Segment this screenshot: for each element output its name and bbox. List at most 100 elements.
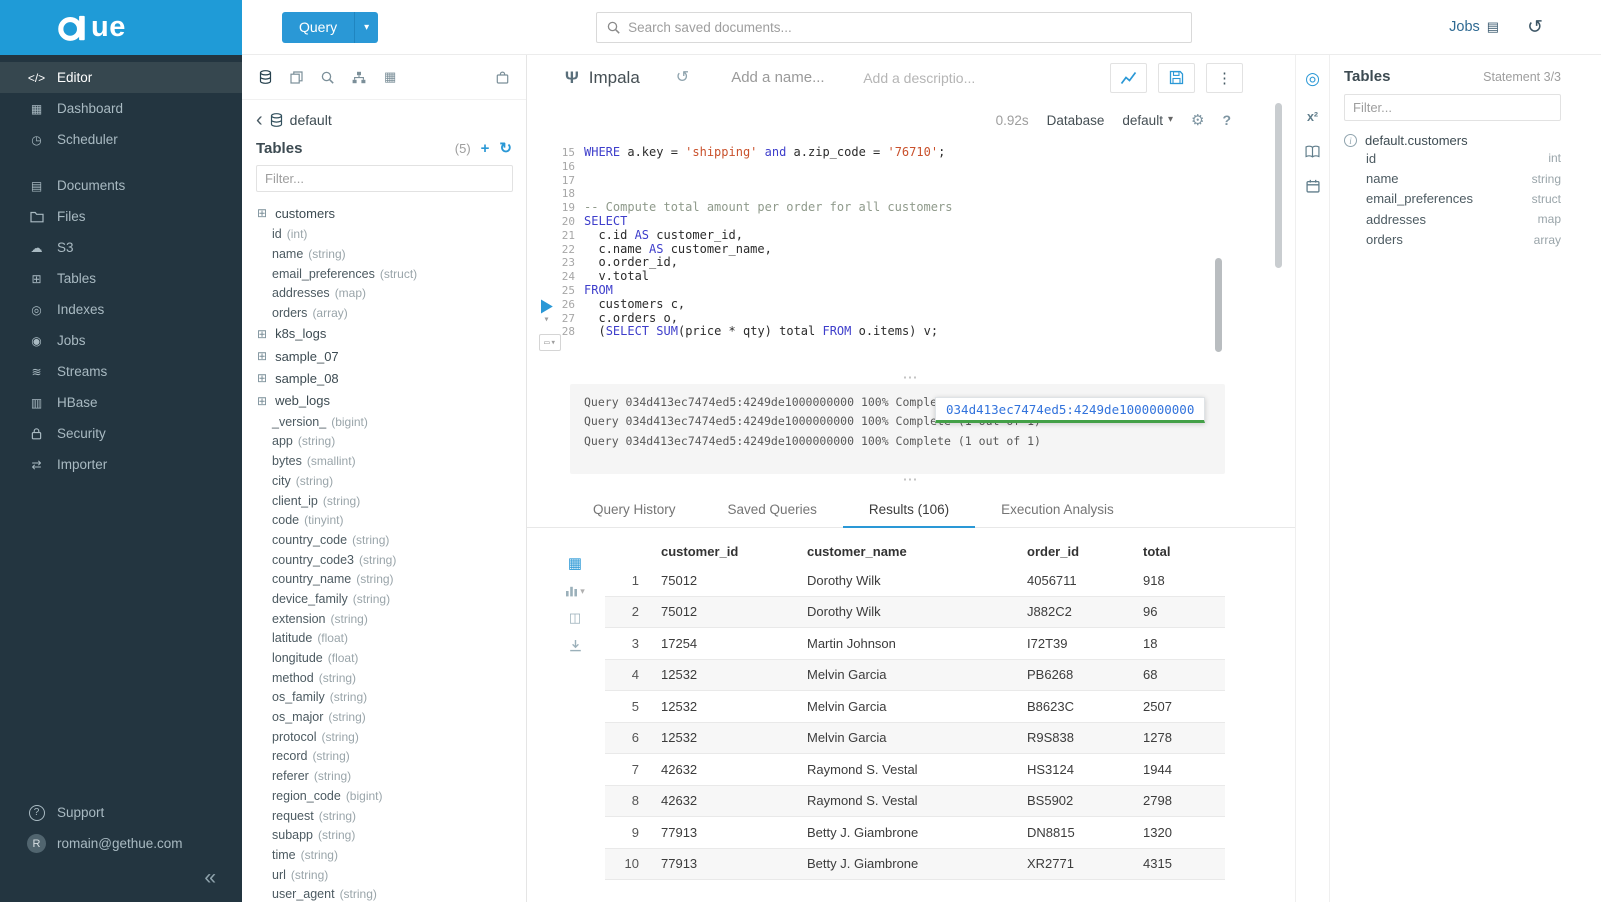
column-item[interactable]: region_code(bigint): [257, 786, 526, 806]
table-row[interactable]: 175012Dorothy Wilk4056711918: [605, 565, 1225, 597]
table-row[interactable]: 742632Raymond S. VestalHS31241944: [605, 754, 1225, 786]
sidebar-item-scheduler[interactable]: ◷Scheduler: [0, 124, 242, 155]
breadcrumb-database[interactable]: default: [290, 112, 332, 128]
column-item[interactable]: subapp(string): [257, 825, 526, 845]
user-menu[interactable]: R romain@gethue.com: [0, 828, 242, 859]
column-item[interactable]: record(string): [257, 747, 526, 767]
sidebar-item-editor[interactable]: </>Editor: [0, 62, 242, 93]
column-item[interactable]: namestring: [1344, 168, 1561, 188]
query-history-icon[interactable]: ↺: [1527, 18, 1543, 37]
table-row[interactable]: 977913Betty J. GiambroneDN88151320: [605, 817, 1225, 849]
table-item[interactable]: ⊞sample_07: [257, 345, 526, 367]
apps-grid-icon[interactable]: ▦: [384, 69, 396, 85]
sidebar-item-files[interactable]: Files: [0, 201, 242, 232]
query-name-input[interactable]: [731, 69, 849, 86]
sidebar-item-security[interactable]: Security: [0, 418, 242, 449]
help-icon[interactable]: ?: [1222, 113, 1231, 127]
tab-saved-queries[interactable]: Saved Queries: [702, 494, 843, 528]
table-filter-input[interactable]: [256, 165, 513, 192]
column-item[interactable]: os_major(string): [257, 707, 526, 727]
table-row[interactable]: 612532Melvin GarciaR9S8381278: [605, 723, 1225, 755]
table-row[interactable]: 412532Melvin GarciaPB626868: [605, 660, 1225, 692]
schedule-icon[interactable]: [1306, 179, 1320, 193]
collapse-sidebar-button[interactable]: «: [0, 859, 242, 900]
panel-scrollbar[interactable]: [1275, 103, 1282, 268]
documents-assist-icon[interactable]: [290, 71, 303, 84]
column-item[interactable]: addresses(map): [257, 283, 526, 303]
search-assist-icon[interactable]: [321, 71, 334, 84]
column-item[interactable]: ordersarray: [1344, 230, 1561, 250]
database-selector[interactable]: default ▾: [1122, 113, 1173, 128]
active-table[interactable]: i default.customers: [1344, 133, 1561, 148]
resize-handle-bottom[interactable]: ⋯: [527, 474, 1295, 486]
refresh-icon[interactable]: ↻: [499, 141, 512, 156]
grid-view-icon[interactable]: ▦: [568, 554, 582, 572]
tab-results-106-[interactable]: Results (106): [843, 494, 975, 528]
column-item[interactable]: country_name(string): [257, 569, 526, 589]
back-chevron-icon[interactable]: ‹: [256, 110, 263, 130]
column-item[interactable]: device_family(string): [257, 589, 526, 609]
chart-button[interactable]: [1110, 63, 1147, 93]
column-item[interactable]: country_code(string): [257, 530, 526, 550]
hue-logo[interactable]: ue: [0, 0, 242, 55]
column-item[interactable]: orders(array): [257, 303, 526, 323]
column-item[interactable]: city(string): [257, 471, 526, 491]
execute-button[interactable]: ▾: [539, 298, 554, 325]
column-item[interactable]: app(string): [257, 432, 526, 452]
table-item[interactable]: ⊞customers: [257, 202, 526, 224]
column-item[interactable]: name(string): [257, 244, 526, 264]
table-item[interactable]: ⊞sample_08: [257, 367, 526, 389]
column-item[interactable]: idint: [1344, 148, 1561, 168]
column-item[interactable]: id(int): [257, 224, 526, 244]
download-icon[interactable]: [569, 639, 582, 652]
column-item[interactable]: os_family(string): [257, 688, 526, 708]
resize-handle-top[interactable]: ⋯: [527, 372, 1295, 384]
column-item[interactable]: latitude(float): [257, 628, 526, 648]
language-reference-icon[interactable]: [1305, 145, 1320, 158]
assistant-icon[interactable]: ◎: [1305, 69, 1320, 89]
column-item[interactable]: code(tinyint): [257, 510, 526, 530]
jobs-link[interactable]: Jobs ▤: [1449, 19, 1499, 35]
chart-view-icon[interactable]: ▾: [565, 585, 585, 597]
more-actions-button[interactable]: ⋮: [1206, 63, 1243, 93]
sidebar-item-jobs[interactable]: ◉Jobs: [0, 325, 242, 356]
sidebar-item-tables[interactable]: ⊞Tables: [0, 263, 242, 294]
sidebar-item-indexes[interactable]: ◎Indexes: [0, 294, 242, 325]
sql-editor[interactable]: 15WHERE a.key = 'shipping' and a.zip_cod…: [527, 140, 1295, 372]
column-item[interactable]: addressesmap: [1344, 209, 1561, 229]
snippet-history-icon[interactable]: ↺: [676, 70, 689, 86]
column-item[interactable]: extension(string): [257, 609, 526, 629]
query-dropdown-button[interactable]: ▾: [354, 12, 378, 43]
bag-icon[interactable]: [496, 71, 509, 84]
table-row[interactable]: 275012Dorothy WilkJ882C296: [605, 597, 1225, 629]
table-item[interactable]: ⊞web_logs: [257, 390, 526, 412]
table-row[interactable]: 842632Raymond S. VestalBS59022798: [605, 786, 1225, 818]
column-item[interactable]: method(string): [257, 668, 526, 688]
query-description-input[interactable]: [863, 70, 995, 86]
column-item[interactable]: referer(string): [257, 766, 526, 786]
sidebar-item-streams[interactable]: ≋Streams: [0, 356, 242, 387]
table-item[interactable]: ⊞k8s_logs: [257, 323, 526, 345]
statement-options-button[interactable]: ▭▾: [539, 334, 561, 351]
sidebar-item-s3[interactable]: ☁S3: [0, 232, 242, 263]
column-item[interactable]: client_ip(string): [257, 491, 526, 511]
column-item[interactable]: bytes(smallint): [257, 451, 526, 471]
table-row[interactable]: 1077913Betty J. GiambroneXR27714315: [605, 849, 1225, 881]
sidebar-item-importer[interactable]: ⇄Importer: [0, 449, 242, 480]
hierarchy-icon[interactable]: [352, 71, 366, 84]
database-sources-icon[interactable]: [259, 70, 272, 84]
column-item[interactable]: country_code3(string): [257, 550, 526, 570]
column-item[interactable]: protocol(string): [257, 727, 526, 747]
table-row[interactable]: 512532Melvin GarciaB8623C2507: [605, 691, 1225, 723]
save-button[interactable]: [1158, 63, 1195, 93]
columns-icon[interactable]: ◫: [569, 610, 581, 626]
sidebar-item-hbase[interactable]: ▥HBase: [0, 387, 242, 418]
search-input[interactable]: [628, 20, 1181, 35]
column-item[interactable]: longitude(float): [257, 648, 526, 668]
table-row[interactable]: 317254Martin JohnsonI72T3918: [605, 628, 1225, 660]
column-item[interactable]: user_agent(string): [257, 884, 526, 902]
column-item[interactable]: _version_(bigint): [257, 412, 526, 432]
support-link[interactable]: ? Support: [0, 797, 242, 828]
functions-icon[interactable]: x²: [1307, 110, 1318, 124]
sidebar-item-dashboard[interactable]: ▦Dashboard: [0, 93, 242, 124]
